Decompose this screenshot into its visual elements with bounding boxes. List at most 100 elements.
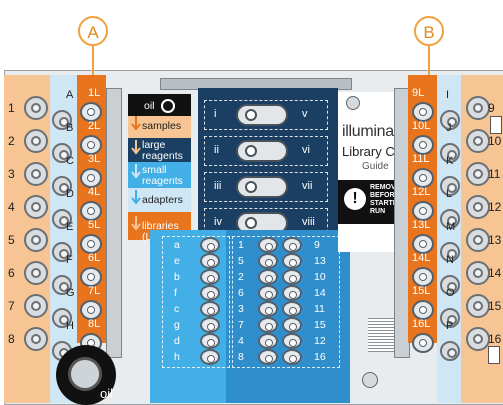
adapter-letter: B — [66, 122, 74, 134]
library-label: 5L — [88, 219, 101, 231]
sample-port — [24, 195, 48, 219]
library-label: 9L — [412, 87, 425, 99]
brand-logo: illumina — [342, 123, 394, 140]
library-port — [80, 234, 102, 254]
adapter-letter: H — [66, 320, 74, 332]
library-port — [412, 102, 434, 122]
screw-top-right — [346, 96, 360, 110]
warning-exclamation-icon: ! — [344, 188, 366, 210]
small-reagent-well — [200, 333, 220, 349]
small-reagent-well — [282, 253, 302, 269]
library-label: 14L — [412, 252, 431, 264]
reagent-roman-right: v — [302, 108, 308, 120]
library-label: 11L — [412, 153, 430, 165]
sample-number: 16 — [488, 332, 502, 346]
large-reagent-well — [236, 104, 288, 126]
sample-port — [466, 228, 490, 252]
library-label: 7L — [88, 285, 101, 297]
small-label-col1: h — [174, 351, 180, 363]
latch-icon — [488, 346, 500, 364]
card-subtitle: Guide — [362, 161, 389, 172]
small-label-col3: 9 — [314, 239, 320, 251]
small-reagent-well — [200, 237, 220, 253]
sample-number: 6 — [8, 266, 15, 280]
library-port — [412, 234, 434, 254]
sample-port — [24, 327, 48, 351]
reagent-roman-left: ii — [214, 144, 219, 156]
legend-samples-label: samples — [142, 120, 182, 132]
sample-number: 13 — [488, 233, 502, 247]
sample-number: 11 — [488, 167, 501, 181]
sample-number: 4 — [8, 200, 15, 214]
callout-a-line — [92, 46, 94, 76]
adapter-letter: M — [446, 221, 456, 233]
sample-number: 12 — [488, 200, 502, 214]
library-port — [412, 333, 434, 353]
library-port — [80, 135, 102, 155]
library-port — [80, 300, 102, 320]
small-reagent-well — [258, 237, 278, 253]
small-label-col2: 8 — [238, 351, 244, 363]
small-reagent-well — [282, 269, 302, 285]
oil-drop-icon — [161, 99, 176, 113]
library-label: 15L — [412, 285, 431, 297]
sample-port — [466, 129, 490, 153]
library-port — [412, 201, 434, 221]
adapter-letter: K — [446, 155, 454, 167]
sample-number: 10 — [488, 134, 502, 148]
small-label-col1: b — [174, 271, 180, 283]
reagent-roman-right: viii — [302, 216, 315, 228]
left-rail — [106, 88, 122, 358]
small-label-col2: 1 — [238, 239, 244, 251]
latch-icon-top — [490, 116, 502, 134]
sample-port — [24, 294, 48, 318]
reagent-roman-left: iii — [214, 180, 222, 192]
oil-port-icon — [68, 357, 102, 391]
library-port — [80, 168, 102, 188]
small-reagent-well — [200, 269, 220, 285]
legend-oil-label: oil — [144, 99, 155, 112]
callout-b-line — [428, 46, 430, 76]
large-reagent-well — [236, 176, 288, 198]
library-label: 4L — [88, 186, 101, 198]
sample-number: 3 — [8, 167, 15, 181]
adapter-letter: I — [446, 89, 450, 101]
adapter-letter: N — [446, 254, 454, 266]
callout-a: A — [78, 16, 108, 46]
legend-small-reagents-label: small reagents — [142, 164, 183, 188]
sample-number: 5 — [8, 233, 15, 247]
adapter-port — [440, 341, 460, 361]
legend-large-reagents-label: large reagents — [142, 139, 183, 163]
small-label-col3: 12 — [314, 335, 326, 347]
sample-port — [24, 228, 48, 252]
adapter-letter: J — [446, 122, 452, 134]
callout-b: B — [414, 16, 444, 46]
small-reagent-well — [282, 349, 302, 365]
small-reagent-well — [258, 349, 278, 365]
reagent-roman-left: iv — [214, 216, 222, 228]
small-label-col2: 5 — [238, 255, 244, 267]
library-label: 12L — [412, 186, 431, 198]
small-label-col2: 4 — [238, 335, 244, 347]
library-port — [412, 135, 434, 155]
small-label-col1: g — [174, 319, 180, 331]
adapter-letter: P — [446, 320, 454, 332]
small-reagent-well — [258, 269, 278, 285]
legend-oil: oil — [128, 94, 191, 116]
sample-port — [24, 96, 48, 120]
library-label: 2L — [88, 120, 101, 132]
large-reagent-well — [236, 140, 288, 162]
small-reagents-group-left — [162, 236, 230, 368]
small-reagent-well — [258, 285, 278, 301]
library-label: 1L — [88, 87, 101, 99]
library-label: 8L — [88, 318, 101, 330]
legend: oil samples large reagents small reagent… — [128, 94, 191, 244]
library-label: 13L — [412, 219, 431, 231]
small-label-col1: d — [174, 335, 180, 347]
sample-port — [24, 129, 48, 153]
small-label-col1: e — [174, 255, 180, 267]
legend-adapters-label: adapters — [142, 194, 183, 206]
library-port — [412, 267, 434, 287]
library-label: 10L — [412, 120, 431, 132]
small-reagent-well — [200, 317, 220, 333]
